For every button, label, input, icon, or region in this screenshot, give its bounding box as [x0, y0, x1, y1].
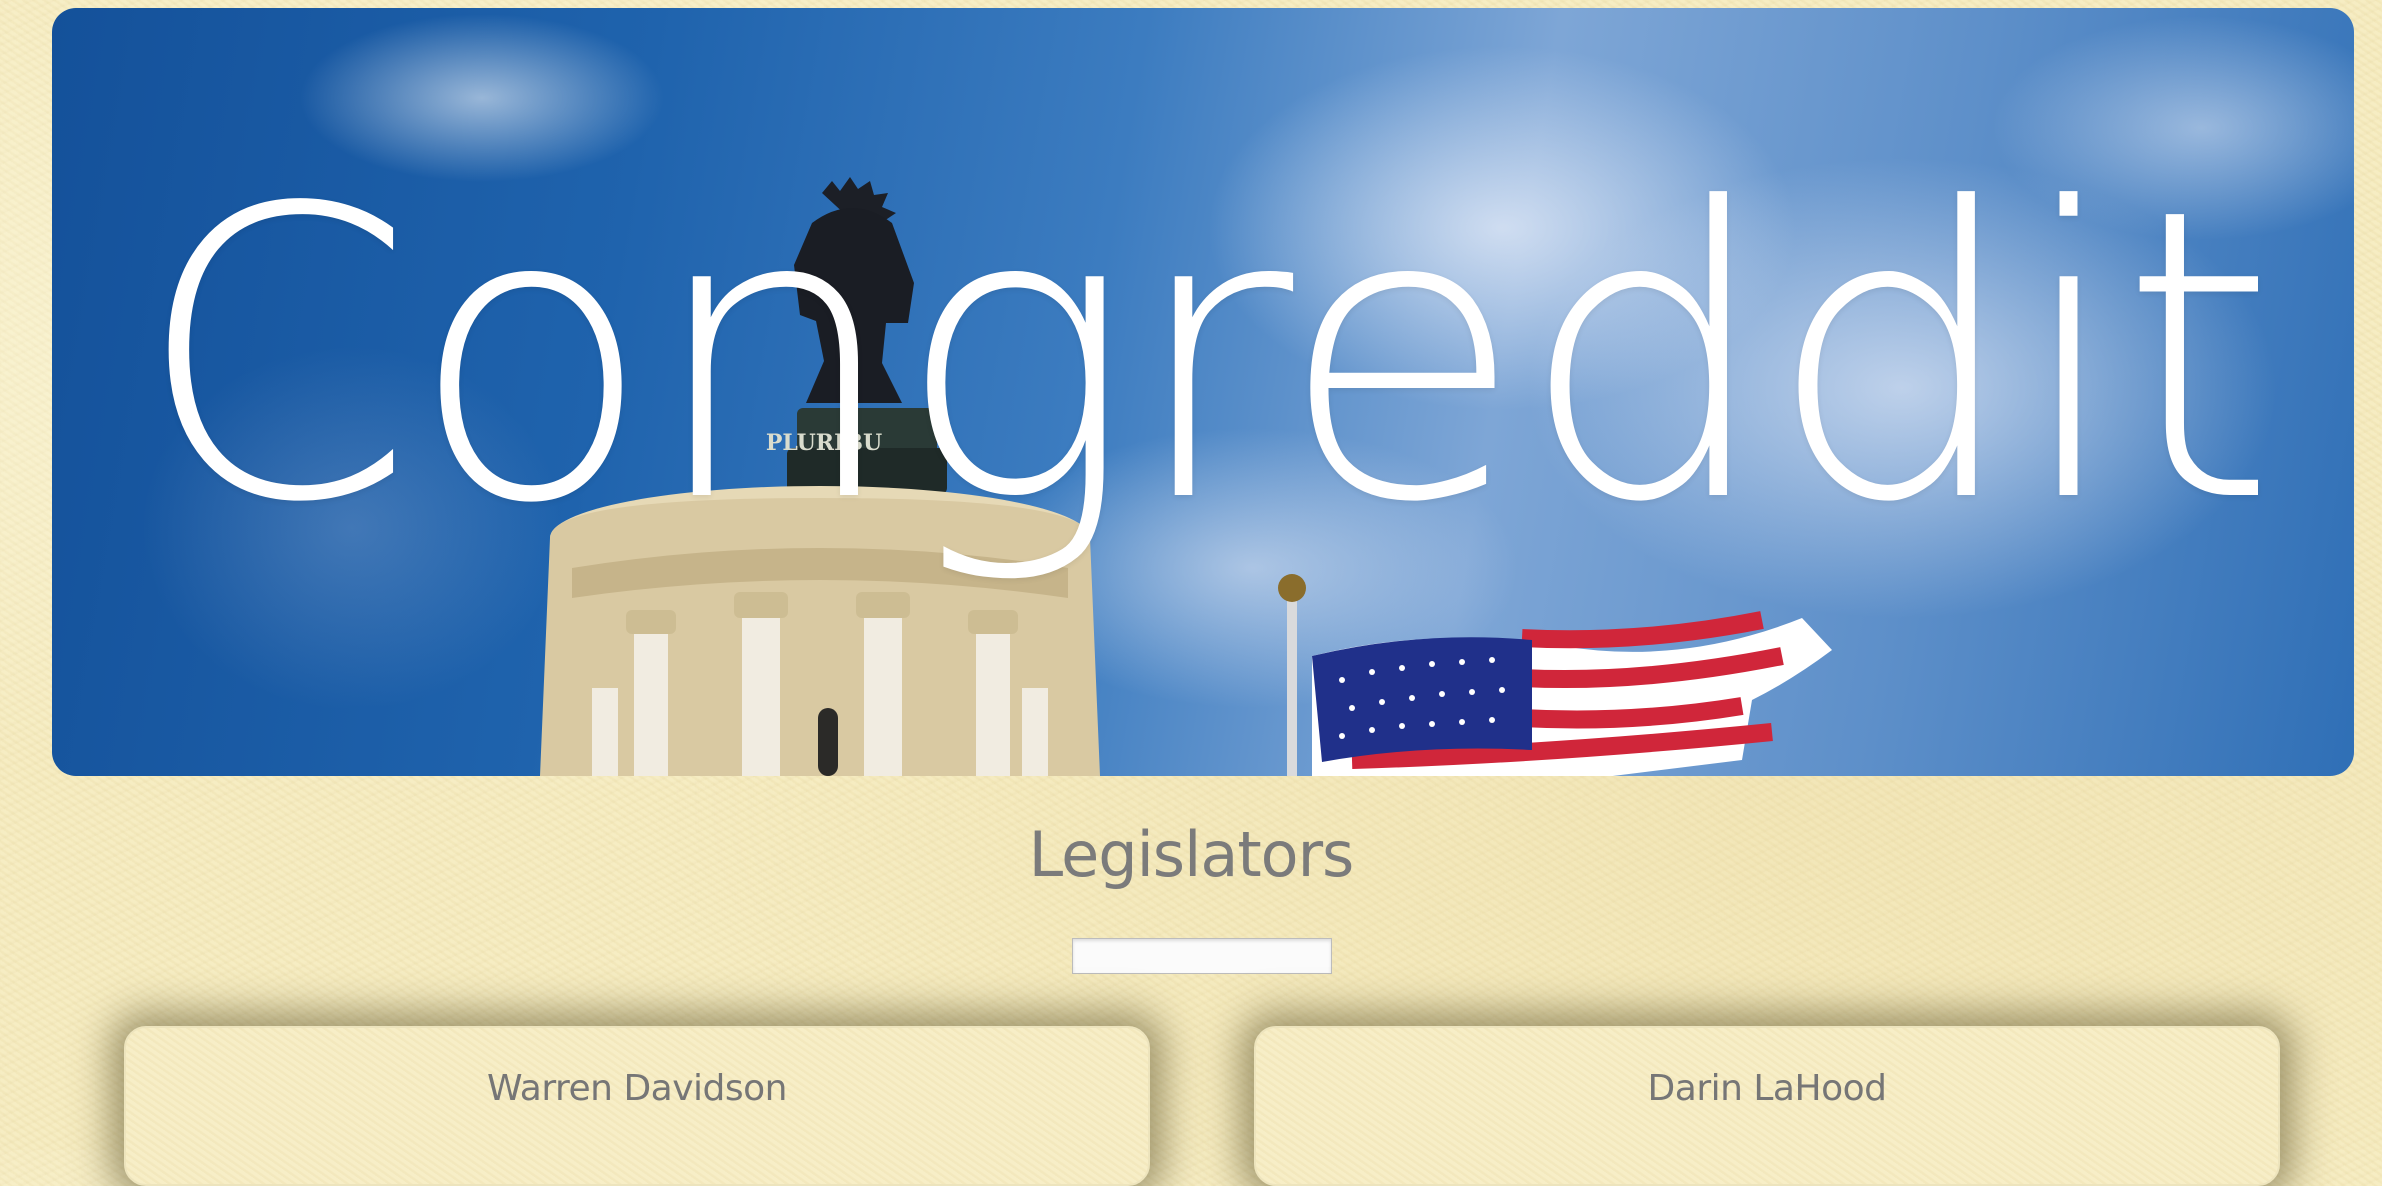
- search-input[interactable]: [1072, 938, 1332, 974]
- hero-banner: PLURIBU Congreddit: [52, 8, 2354, 776]
- american-flag: [1278, 574, 1832, 776]
- legislator-card[interactable]: Darin LaHood: [1254, 1026, 2280, 1186]
- section-title: Legislators: [1028, 818, 1355, 891]
- legislator-name: Warren Davidson: [487, 1068, 787, 1109]
- site-title: Congreddit: [135, 125, 2276, 590]
- legislator-name: Darin LaHood: [1647, 1068, 1887, 1109]
- legislator-card[interactable]: Warren Davidson: [124, 1026, 1150, 1186]
